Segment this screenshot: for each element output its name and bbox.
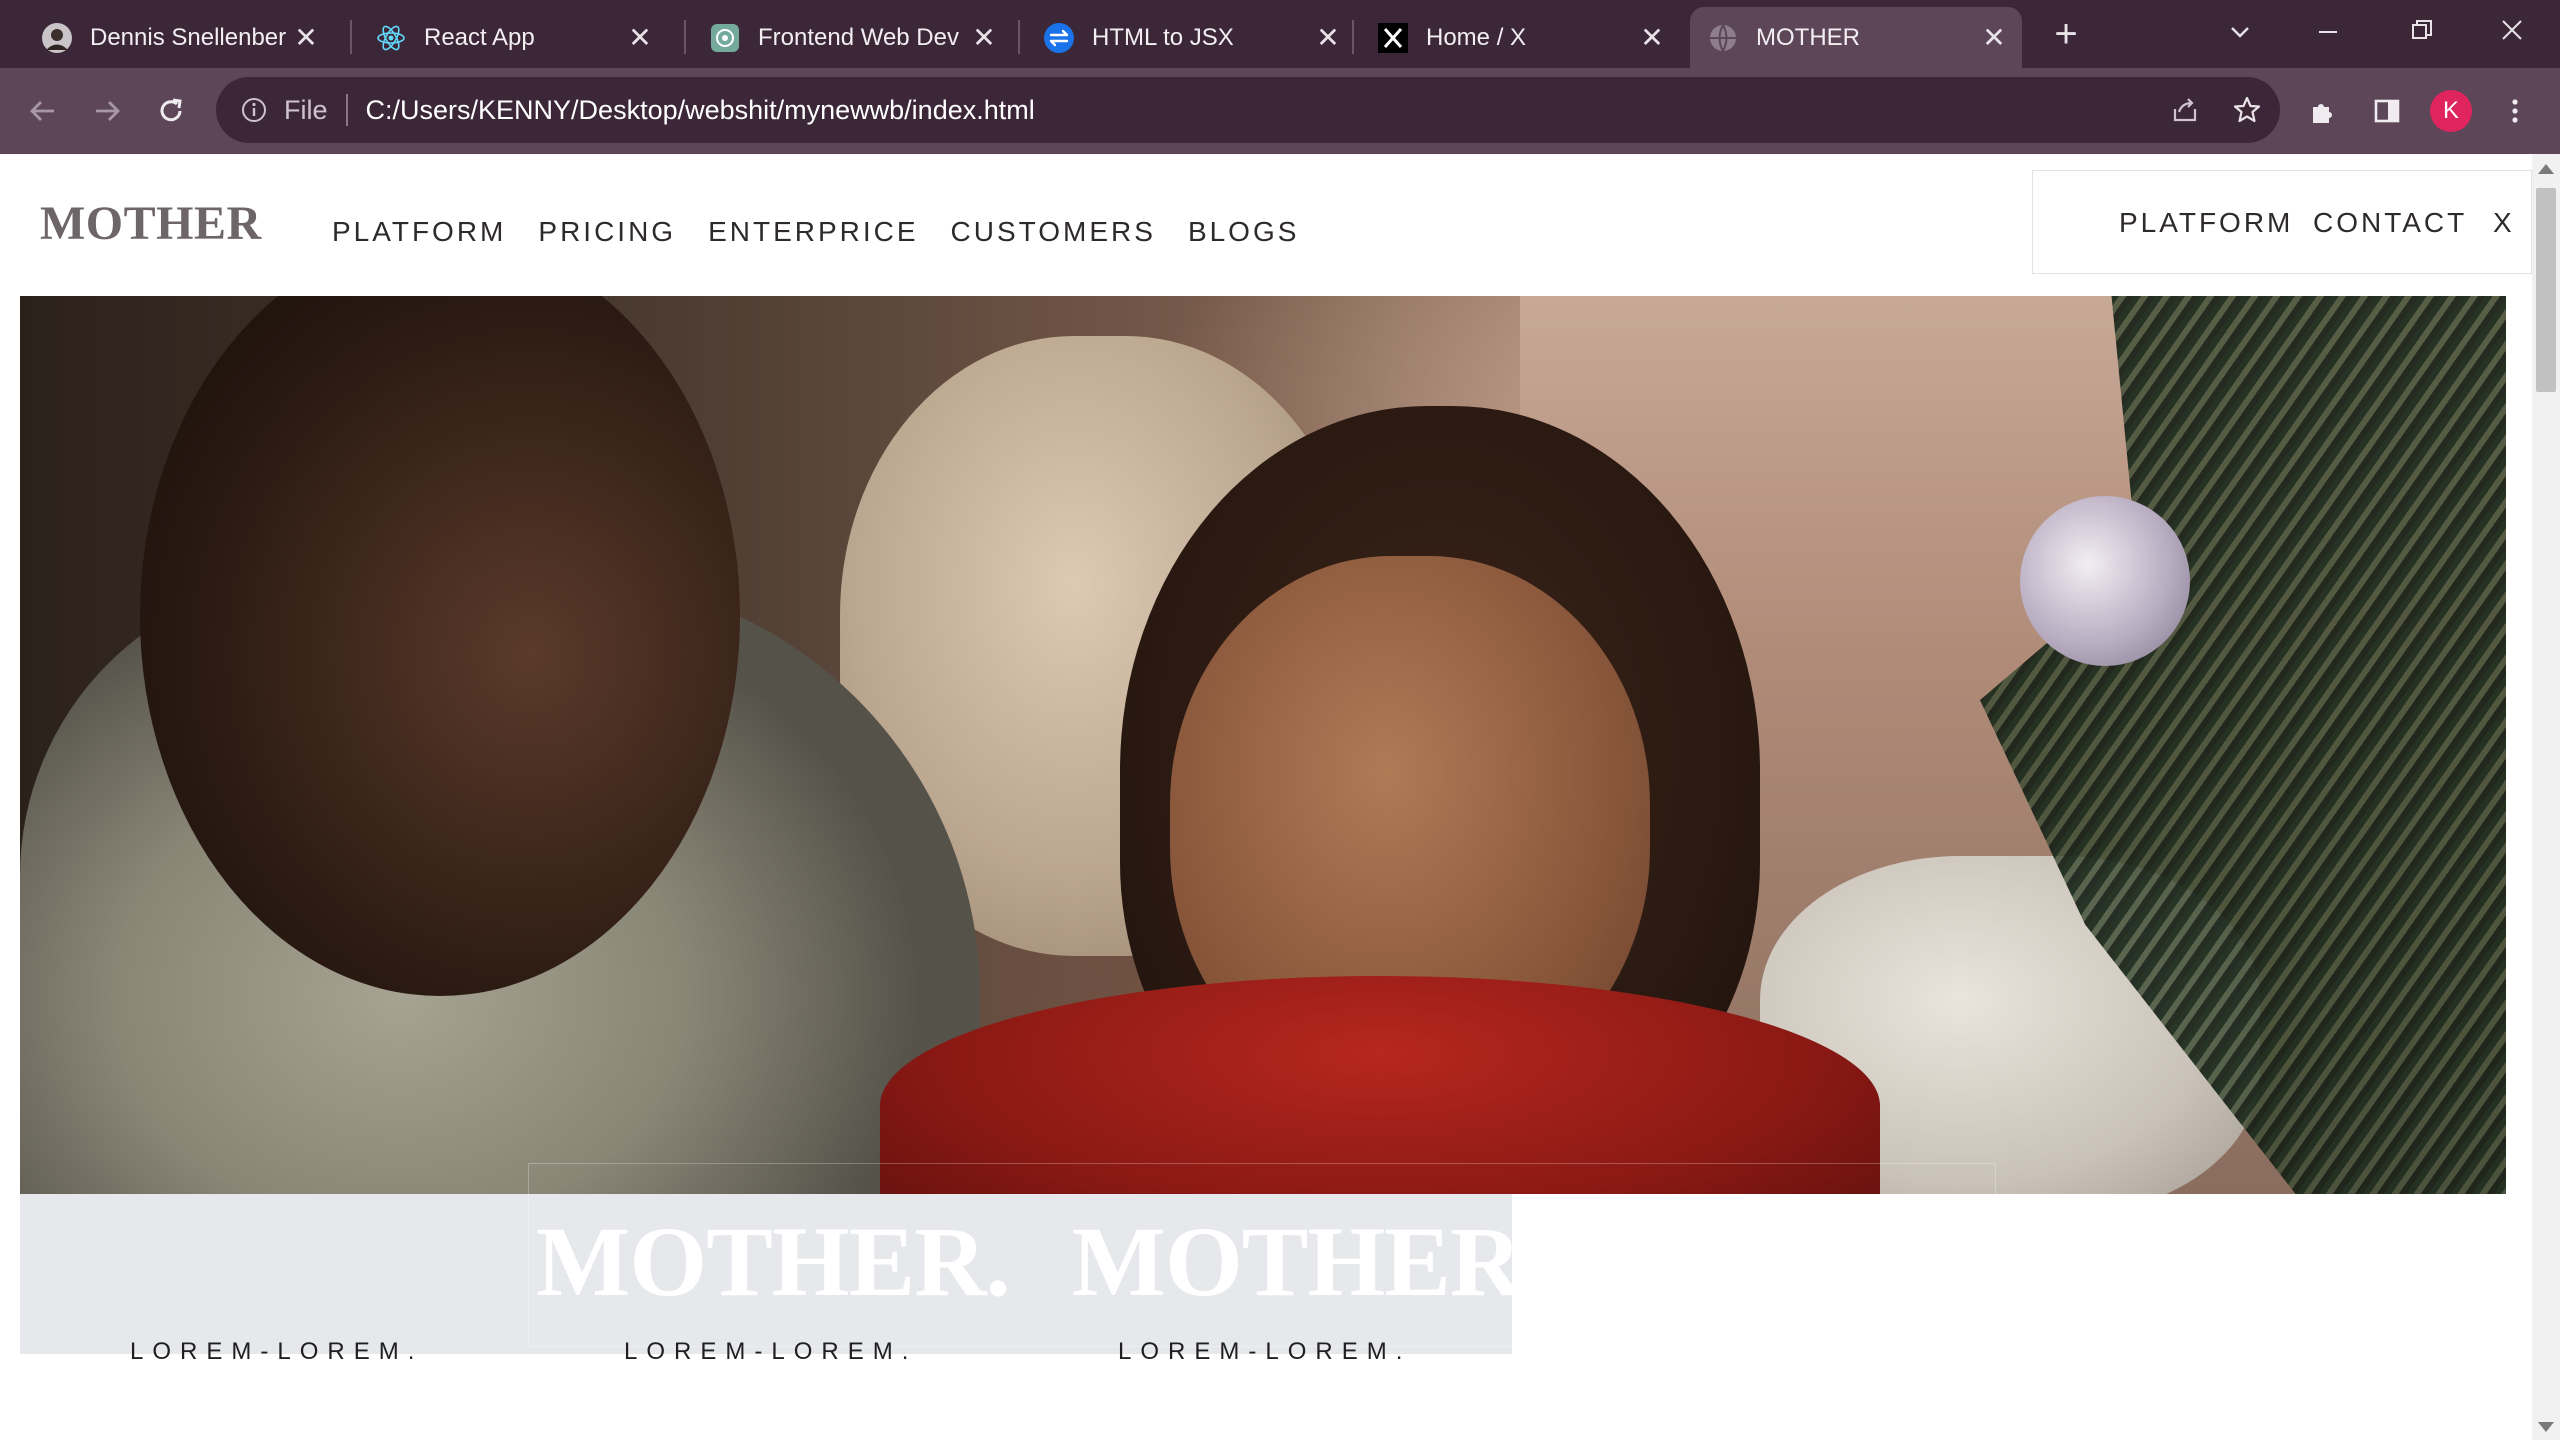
page-viewport: MOTHER PLATFORM PRICING ENTERPRICE CUSTO… <box>0 154 2532 1440</box>
tab-close-icon[interactable]: ✕ <box>286 21 326 54</box>
minimize-icon[interactable] <box>2306 10 2350 54</box>
side-menu-close[interactable]: X <box>2493 207 2512 239</box>
profile-initial: K <box>2430 90 2472 132</box>
scroll-up-arrow-icon[interactable] <box>2538 164 2554 174</box>
hero-ornament <box>2020 496 2190 666</box>
menu-kebab-icon[interactable] <box>2492 88 2538 134</box>
tab-separator <box>1352 20 1354 54</box>
transform-icon <box>1044 22 1074 53</box>
x-logo-icon <box>1378 22 1408 53</box>
tab-title: HTML to JSX <box>1092 23 1234 51</box>
tab-title: MOTHER <box>1756 23 1860 51</box>
hero-headline-word: MOTHER. <box>1607 1206 2082 1317</box>
nav-pricing[interactable]: PRICING <box>538 216 676 248</box>
tab-search-icon[interactable] <box>2218 10 2262 54</box>
info-icon[interactable] <box>238 94 270 126</box>
globe-icon <box>1708 23 1738 53</box>
nav-enterprice[interactable]: ENTERPRICE <box>708 216 918 248</box>
page-scrollbar[interactable] <box>2532 154 2560 1440</box>
tab-title: Dennis Snellenberg <box>90 23 286 51</box>
address-bar[interactable]: File C:/Users/KENNY/Desktop/webshit/myne… <box>216 77 2280 143</box>
lorem-item: LOREM-LOREM. <box>624 1338 918 1365</box>
lorem-item: LOREM-LOREM. <box>1118 1338 1412 1365</box>
tab-close-icon[interactable]: ✕ <box>1974 21 2014 54</box>
url-text[interactable]: C:/Users/KENNY/Desktop/webshit/mynewwb/i… <box>366 95 1035 126</box>
tab-separator <box>684 20 686 54</box>
new-tab-button[interactable]: + <box>2040 12 2092 56</box>
avatar-icon <box>42 22 72 53</box>
tab-html-to-jsx[interactable]: HTML to JSX ✕ <box>1026 7 1356 68</box>
scroll-down-arrow-icon[interactable] <box>2538 1422 2554 1432</box>
back-icon[interactable] <box>20 88 66 134</box>
extensions-icon[interactable] <box>2300 88 2346 134</box>
hero-headline-row: MOTHER. MOTHER. MOTHER. <box>536 1206 2082 1317</box>
react-icon <box>376 23 406 53</box>
main-nav: PLATFORM PRICING ENTERPRICE CUSTOMERS BL… <box>332 216 1299 248</box>
tab-title: Frontend Web Dev <box>758 23 959 51</box>
side-panel-icon[interactable] <box>2364 88 2410 134</box>
tab-title: React App <box>424 23 535 51</box>
tab-close-icon[interactable]: ✕ <box>620 21 660 54</box>
tab-home-x[interactable]: Home / X ✕ <box>1360 7 1680 68</box>
tab-title: Home / X <box>1426 23 1527 51</box>
scheme-label: File <box>284 94 328 125</box>
nav-customers[interactable]: CUSTOMERS <box>951 216 1156 248</box>
forward-icon[interactable] <box>84 88 130 134</box>
browser-toolbar: File C:/Users/KENNY/Desktop/webshit/myne… <box>0 68 2560 154</box>
tab-close-icon[interactable]: ✕ <box>1308 21 1348 54</box>
tab-separator <box>350 20 352 54</box>
share-icon[interactable] <box>2162 87 2208 133</box>
tab-react-app[interactable]: React App ✕ <box>358 7 668 68</box>
bookmark-star-icon[interactable] <box>2224 87 2270 133</box>
tab-strip: Dennis Snellenberg ✕ React App ✕ Fronten… <box>0 0 2560 68</box>
tab-separator <box>1018 20 1020 54</box>
side-menu-panel: PLATFORM CONTACT X <box>2032 170 2532 274</box>
hero-headline-word: MOTHER. <box>536 1206 1011 1317</box>
window-close-icon[interactable] <box>2490 8 2534 52</box>
side-menu-contact[interactable]: CONTACT <box>2313 207 2467 239</box>
restore-icon[interactable] <box>2400 8 2444 52</box>
tab-close-icon[interactable]: ✕ <box>964 21 1004 54</box>
tab-frontend-web-dev[interactable]: Frontend Web Dev ✕ <box>692 7 1012 68</box>
nav-platform[interactable]: PLATFORM <box>332 216 506 248</box>
profile-avatar[interactable]: K <box>2428 88 2474 134</box>
lorem-item: LOREM-LOREM. <box>130 1338 424 1365</box>
hero-headline-word: MOTHER. <box>1071 1206 1547 1317</box>
hero-image <box>20 296 2506 1194</box>
openai-icon <box>710 23 740 53</box>
address-divider <box>345 94 348 126</box>
tab-mother[interactable]: MOTHER ✕ <box>1690 7 2022 68</box>
nav-blogs[interactable]: BLOGS <box>1188 216 1299 248</box>
reload-icon[interactable] <box>148 88 194 134</box>
scroll-thumb[interactable] <box>2536 188 2556 392</box>
side-menu-platform[interactable]: PLATFORM <box>2119 207 2293 239</box>
brand-logo[interactable]: MOTHER <box>40 196 262 251</box>
tab-dennis-snellenberg[interactable]: Dennis Snellenberg ✕ <box>24 7 334 68</box>
tab-close-icon[interactable]: ✕ <box>1632 21 1672 54</box>
